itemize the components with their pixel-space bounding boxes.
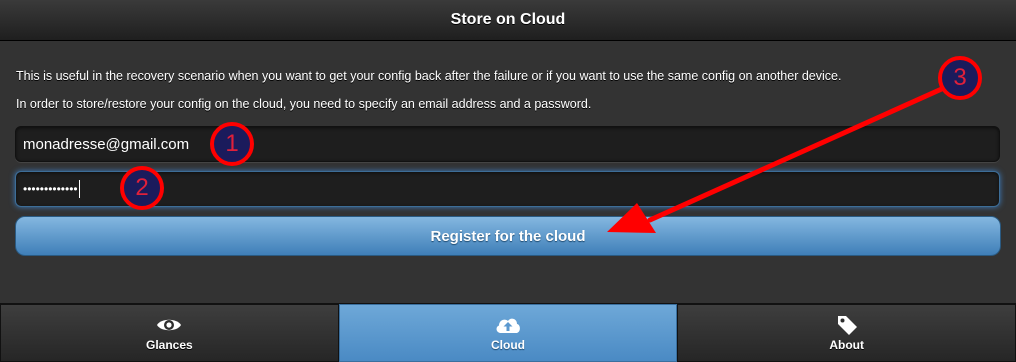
eye-icon (156, 314, 182, 336)
bottom-navbar: Glances Cloud About (0, 303, 1016, 362)
tab-about-label: About (829, 338, 864, 352)
cloud-upload-icon (494, 314, 522, 336)
password-value: ••••••••••••• (23, 182, 78, 196)
tab-about[interactable]: About (677, 304, 1016, 362)
annotation-badge-1: 1 (210, 122, 254, 166)
description-text-1: This is useful in the recovery scenario … (16, 69, 842, 83)
annotation-badge-3: 3 (938, 56, 982, 100)
register-button[interactable]: Register for the cloud (15, 216, 1001, 256)
tab-cloud[interactable]: Cloud (338, 304, 678, 362)
annotation-badge-2: 2 (120, 166, 164, 210)
text-caret (78, 180, 80, 198)
tab-glances-label: Glances (145, 338, 193, 352)
header-bar: Store on Cloud (0, 0, 1016, 41)
email-value: monadresse@gmail.com (23, 135, 190, 153)
tab-glances[interactable]: Glances (0, 304, 339, 362)
tab-cloud-label: Cloud (491, 338, 525, 352)
register-button-label: Register for the cloud (430, 227, 586, 245)
tag-icon (835, 314, 859, 336)
page-title: Store on Cloud (450, 11, 566, 28)
email-field[interactable]: monadresse@gmail.com (15, 126, 1000, 162)
description-text-2: In order to store/restore your config on… (16, 97, 592, 111)
